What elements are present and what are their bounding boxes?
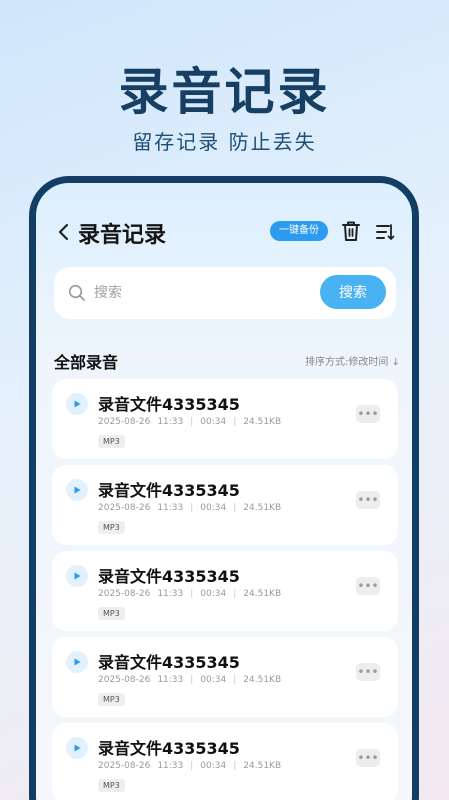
format-badge: MP3 xyxy=(98,607,125,620)
recording-date: 2025-08-26 xyxy=(98,503,151,513)
separator: | xyxy=(190,503,194,513)
play-icon[interactable] xyxy=(66,651,88,673)
more-icon[interactable]: ••• xyxy=(356,749,380,767)
recording-list: 录音文件4335345 2025-08-26 11:33 | 00:34 | 2… xyxy=(52,379,398,800)
recording-item[interactable]: 录音文件4335345 2025-08-26 11:33 | 00:34 | 2… xyxy=(52,637,398,717)
recording-date: 2025-08-26 xyxy=(98,417,151,427)
recording-duration: 00:34 xyxy=(200,589,227,599)
recording-time: 11:33 xyxy=(157,675,184,685)
recording-name: 录音文件4335345 xyxy=(98,395,240,414)
search-button[interactable]: 搜索 xyxy=(320,275,386,309)
recording-name: 录音文件4335345 xyxy=(98,567,240,586)
separator: | xyxy=(190,417,194,427)
format-badge: MP3 xyxy=(98,779,125,792)
recording-duration: 00:34 xyxy=(200,761,227,771)
separator: | xyxy=(190,675,194,685)
separator: | xyxy=(233,503,237,513)
recording-item[interactable]: 录音文件4335345 2025-08-26 11:33 | 00:34 | 2… xyxy=(52,723,398,800)
recording-name: 录音文件4335345 xyxy=(98,739,240,758)
recording-time: 11:33 xyxy=(157,761,184,771)
recording-date: 2025-08-26 xyxy=(98,675,151,685)
recording-time: 11:33 xyxy=(157,503,184,513)
hero-subtitle: 留存记录 防止丢失 xyxy=(132,130,317,154)
recording-item[interactable]: 录音文件4335345 2025-08-26 11:33 | 00:34 | 2… xyxy=(52,551,398,631)
recording-size: 24.51KB xyxy=(243,589,282,599)
search-input[interactable] xyxy=(94,279,274,307)
recording-size: 24.51KB xyxy=(243,417,282,427)
separator: | xyxy=(233,589,237,599)
play-icon[interactable] xyxy=(66,737,88,759)
phone-frame: 录音记录 一键备份 搜索 全部录音 排序方式:修改时间 xyxy=(29,176,419,800)
more-icon[interactable]: ••• xyxy=(356,491,380,509)
trash-icon[interactable] xyxy=(340,219,362,243)
search-icon xyxy=(68,284,86,302)
separator: | xyxy=(233,761,237,771)
recording-date: 2025-08-26 xyxy=(98,589,151,599)
recording-meta: 2025-08-26 11:33 | 00:34 | 24.51KB xyxy=(98,675,281,685)
recording-duration: 00:34 xyxy=(200,675,227,685)
separator: | xyxy=(233,675,237,685)
chevron-left-icon[interactable] xyxy=(50,219,76,245)
separator: | xyxy=(190,761,194,771)
search-bar: 搜索 xyxy=(54,267,396,319)
recording-item[interactable]: 录音文件4335345 2025-08-26 11:33 | 00:34 | 2… xyxy=(52,465,398,545)
recording-size: 24.51KB xyxy=(243,675,282,685)
recording-name: 录音文件4335345 xyxy=(98,653,240,672)
recording-size: 24.51KB xyxy=(243,761,282,771)
sort-icon[interactable] xyxy=(374,221,396,243)
more-icon[interactable]: ••• xyxy=(356,577,380,595)
recording-time: 11:33 xyxy=(157,589,184,599)
play-icon[interactable] xyxy=(66,393,88,415)
recording-size: 24.51KB xyxy=(243,503,282,513)
format-badge: MP3 xyxy=(98,435,125,448)
hero-title: 录音记录 xyxy=(118,63,331,121)
recording-name: 录音文件4335345 xyxy=(98,481,240,500)
section-title: 全部录音 xyxy=(54,353,119,372)
recording-meta: 2025-08-26 11:33 | 00:34 | 24.51KB xyxy=(98,589,281,599)
one-click-backup-button[interactable]: 一键备份 xyxy=(270,221,328,241)
more-icon[interactable]: ••• xyxy=(356,663,380,681)
more-icon[interactable]: ••• xyxy=(356,405,380,423)
recording-duration: 00:34 xyxy=(200,417,227,427)
recording-meta: 2025-08-26 11:33 | 00:34 | 24.51KB xyxy=(98,503,281,513)
format-badge: MP3 xyxy=(98,693,125,706)
recording-meta: 2025-08-26 11:33 | 00:34 | 24.51KB xyxy=(98,761,281,771)
separator: | xyxy=(190,589,194,599)
recording-meta: 2025-08-26 11:33 | 00:34 | 24.51KB xyxy=(98,417,281,427)
recording-time: 11:33 xyxy=(157,417,184,427)
recording-date: 2025-08-26 xyxy=(98,761,151,771)
recording-duration: 00:34 xyxy=(200,503,227,513)
top-bar: 录音记录 一键备份 xyxy=(36,213,412,253)
play-icon[interactable] xyxy=(66,565,88,587)
recording-item[interactable]: 录音文件4335345 2025-08-26 11:33 | 00:34 | 2… xyxy=(52,379,398,459)
play-icon[interactable] xyxy=(66,479,88,501)
page-title: 录音记录 xyxy=(78,223,167,248)
format-badge: MP3 xyxy=(98,521,125,534)
separator: | xyxy=(233,417,237,427)
sort-order-label[interactable]: 排序方式:修改时间 ↓ xyxy=(305,353,400,368)
